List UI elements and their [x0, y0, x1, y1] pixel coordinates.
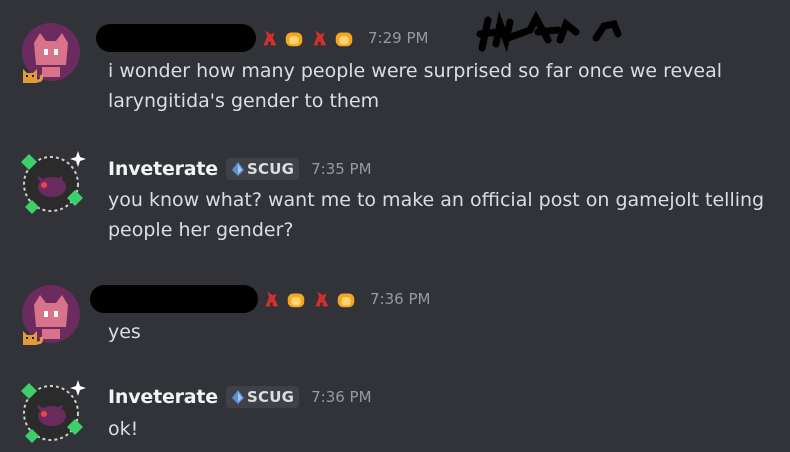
redacted-username: [90, 285, 258, 313]
bread-icon: [335, 32, 353, 47]
message-timestamp: 7:36 PM: [370, 290, 431, 308]
user-avatar[interactable]: [22, 23, 80, 83]
message-timestamp: 7:35 PM: [311, 160, 372, 178]
cardinal-icon: [315, 291, 329, 309]
message-header: Inveterate SCUG 7:35 PM: [108, 157, 372, 181]
message-header: 7:29 PM: [96, 24, 429, 52]
water-drop-icon: [232, 390, 244, 404]
server-tag-label: SCUG: [247, 160, 295, 178]
message-text: you know what? want me to make an offici…: [108, 189, 771, 241]
gem-icon: [67, 419, 83, 435]
gem-icon: [21, 383, 37, 399]
sparkle-icon: [70, 151, 86, 167]
sparkle-icon: [70, 380, 86, 396]
message-text: ok!: [108, 418, 139, 440]
username[interactable]: Inveterate: [108, 385, 218, 409]
gem-icon: [25, 429, 39, 443]
username[interactable]: Inveterate: [108, 157, 218, 181]
message-header: Inveterate SCUG 7:36 PM: [108, 385, 372, 409]
gem-icon: [67, 190, 83, 206]
server-tag[interactable]: SCUG: [226, 158, 300, 180]
user-avatar[interactable]: [21, 151, 86, 214]
message-timestamp: 7:29 PM: [368, 29, 429, 47]
user-avatar[interactable]: [22, 285, 80, 345]
gem-icon: [25, 200, 39, 214]
server-tag-label: SCUG: [247, 388, 295, 406]
bread-icon: [337, 293, 355, 308]
water-drop-icon: [232, 162, 244, 176]
message-text: i wonder how many people were surprised …: [108, 60, 729, 112]
bread-icon: [285, 32, 303, 47]
cardinal-icon: [265, 291, 279, 309]
redacted-username: [96, 24, 256, 52]
user-avatar[interactable]: [21, 380, 86, 443]
cardinal-icon: [313, 30, 327, 48]
cardinal-icon: [263, 30, 277, 48]
cat-icon: [23, 331, 43, 345]
bread-icon: [287, 293, 305, 308]
message-header: 7:36 PM: [90, 285, 431, 313]
gem-icon: [21, 154, 37, 170]
server-tag[interactable]: SCUG: [226, 386, 300, 408]
scribble-redaction: [476, 10, 622, 53]
message-timestamp: 7:36 PM: [311, 388, 372, 406]
message-text: yes: [108, 321, 141, 343]
cat-icon: [23, 69, 43, 83]
